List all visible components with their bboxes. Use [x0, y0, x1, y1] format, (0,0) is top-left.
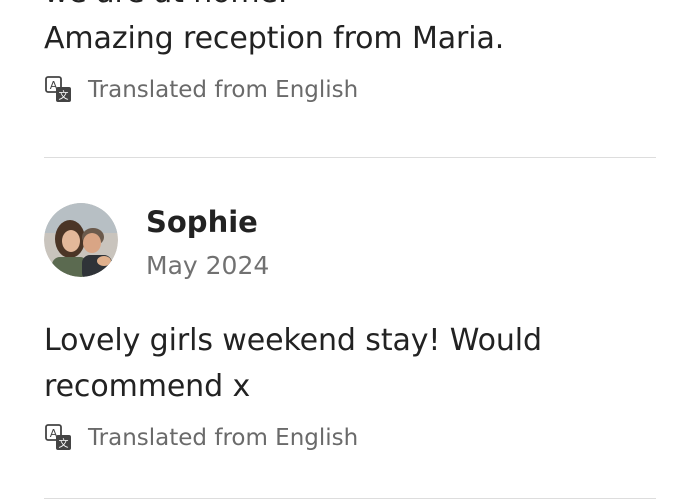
review-text-line: we are at home.: [44, 0, 656, 16]
translate-icon: A 文: [44, 75, 74, 105]
svg-text:文: 文: [59, 437, 69, 450]
translated-notice: A 文 Translated from English: [44, 74, 656, 106]
review-text-line: Amazing reception from Maria.: [44, 21, 505, 56]
svg-text:文: 文: [59, 89, 69, 102]
review-date: May 2024: [146, 251, 270, 280]
translated-label: Translated from English: [88, 77, 359, 103]
reviewer-info: Sophie May 2024: [146, 200, 269, 286]
translate-icon: A 文: [44, 423, 74, 453]
divider: [44, 498, 656, 499]
translated-notice: A 文 Translated from English: [44, 422, 656, 454]
review-card: we are at home. Amazing reception from M…: [44, 0, 656, 106]
reviewer-header: Sophie May 2024: [44, 200, 656, 296]
avatar[interactable]: [44, 203, 118, 277]
review-text-line: recommend x: [44, 369, 251, 404]
translated-label: Translated from English: [88, 425, 359, 451]
review-text: Lovely girls weekend stay! Would recomme…: [44, 318, 656, 410]
review-text: we are at home. Amazing reception from M…: [44, 0, 656, 62]
reviews-page: we are at home. Amazing reception from M…: [0, 0, 700, 500]
review-text-line: Lovely girls weekend stay! Would: [44, 323, 542, 358]
reviewer-name: Sophie: [146, 205, 258, 239]
review-card: Sophie May 2024 Lovely girls weekend sta…: [44, 200, 656, 454]
divider: [44, 157, 656, 158]
